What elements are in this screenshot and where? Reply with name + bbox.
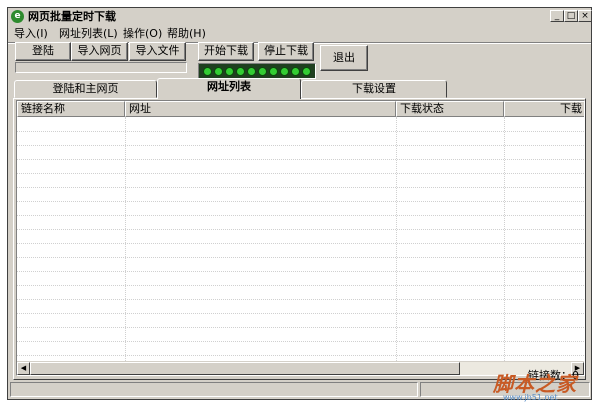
status-light xyxy=(225,66,234,76)
grid-row-line xyxy=(17,159,584,160)
tab-login-main[interactable]: 登陆和主网页 xyxy=(14,80,157,98)
grid-row-line xyxy=(17,299,584,300)
grid-row-line xyxy=(17,201,584,202)
grid-row-line xyxy=(17,131,584,132)
menu-operation[interactable]: 操作(O) xyxy=(123,26,162,41)
grid-row-line xyxy=(17,327,584,328)
menu-help[interactable]: 帮助(H) xyxy=(167,26,206,41)
grid-row-line xyxy=(17,243,584,244)
grid-row-line xyxy=(17,229,584,230)
window-title: 网页批量定时下载 xyxy=(28,10,116,23)
status-light xyxy=(291,66,300,76)
app-icon: e xyxy=(11,10,24,23)
grid-row-line xyxy=(17,313,584,314)
stop-download-button[interactable]: 停止下载 xyxy=(258,42,314,61)
grid-row-line xyxy=(17,271,584,272)
maximize-button[interactable]: □ xyxy=(564,10,578,22)
login-button[interactable]: 登陆 xyxy=(15,42,71,61)
column-header-download-status[interactable]: 下载状态 xyxy=(396,101,504,117)
grid-row-line xyxy=(17,341,584,342)
grid-column-line xyxy=(396,117,397,361)
scroll-left-arrow-icon[interactable]: ◀ xyxy=(17,362,30,375)
grid-row-line xyxy=(17,285,584,286)
status-panel-main xyxy=(10,382,418,397)
column-header-link-name[interactable]: 链接名称 xyxy=(17,101,125,117)
import-file-button[interactable]: 导入文件 xyxy=(129,42,186,61)
grid-row-line xyxy=(17,215,584,216)
menu-url-list[interactable]: 网址列表(L) xyxy=(59,26,118,41)
tab-url-list[interactable]: 网址列表 xyxy=(157,78,301,99)
watermark-url: www.jb51.net xyxy=(503,393,558,402)
progress-bar xyxy=(15,62,187,73)
column-header-url[interactable]: 网址 xyxy=(125,101,396,117)
status-light xyxy=(269,66,278,76)
minimize-button[interactable]: _ xyxy=(550,10,564,22)
url-list-table[interactable]: 链接名称 网址 下载状态 下载 ◀ ▶ xyxy=(16,100,585,376)
status-light xyxy=(258,66,267,76)
status-lights xyxy=(198,63,316,79)
status-light xyxy=(214,66,223,76)
grid-row-line xyxy=(17,355,584,356)
status-light xyxy=(302,66,311,76)
main-window: e 网页批量定时下载 _ □ × 导入(I) 网址列表(L) 操作(O) 帮助(… xyxy=(7,7,592,400)
grid-column-line xyxy=(125,117,126,361)
column-header-download[interactable]: 下载 xyxy=(504,101,584,117)
grid-row-line xyxy=(17,257,584,258)
title-bar: e 网页批量定时下载 _ □ × xyxy=(8,8,592,25)
tab-download-settings[interactable]: 下载设置 xyxy=(301,80,447,98)
status-light xyxy=(203,66,212,76)
start-download-button[interactable]: 开始下载 xyxy=(198,42,254,61)
status-light xyxy=(280,66,289,76)
scroll-thumb[interactable] xyxy=(30,362,460,375)
status-light xyxy=(247,66,256,76)
grid-row-line xyxy=(17,173,584,174)
status-light xyxy=(236,66,245,76)
exit-button[interactable]: 退出 xyxy=(320,45,368,71)
grid-row-line xyxy=(17,145,584,146)
grid-row-line xyxy=(17,187,584,188)
grid-column-line xyxy=(504,117,505,361)
import-page-button[interactable]: 导入网页 xyxy=(71,42,128,61)
menu-import[interactable]: 导入(I) xyxy=(14,26,48,41)
menu-bar: 导入(I) 网址列表(L) 操作(O) 帮助(H) xyxy=(8,25,591,42)
close-button[interactable]: × xyxy=(578,10,592,22)
